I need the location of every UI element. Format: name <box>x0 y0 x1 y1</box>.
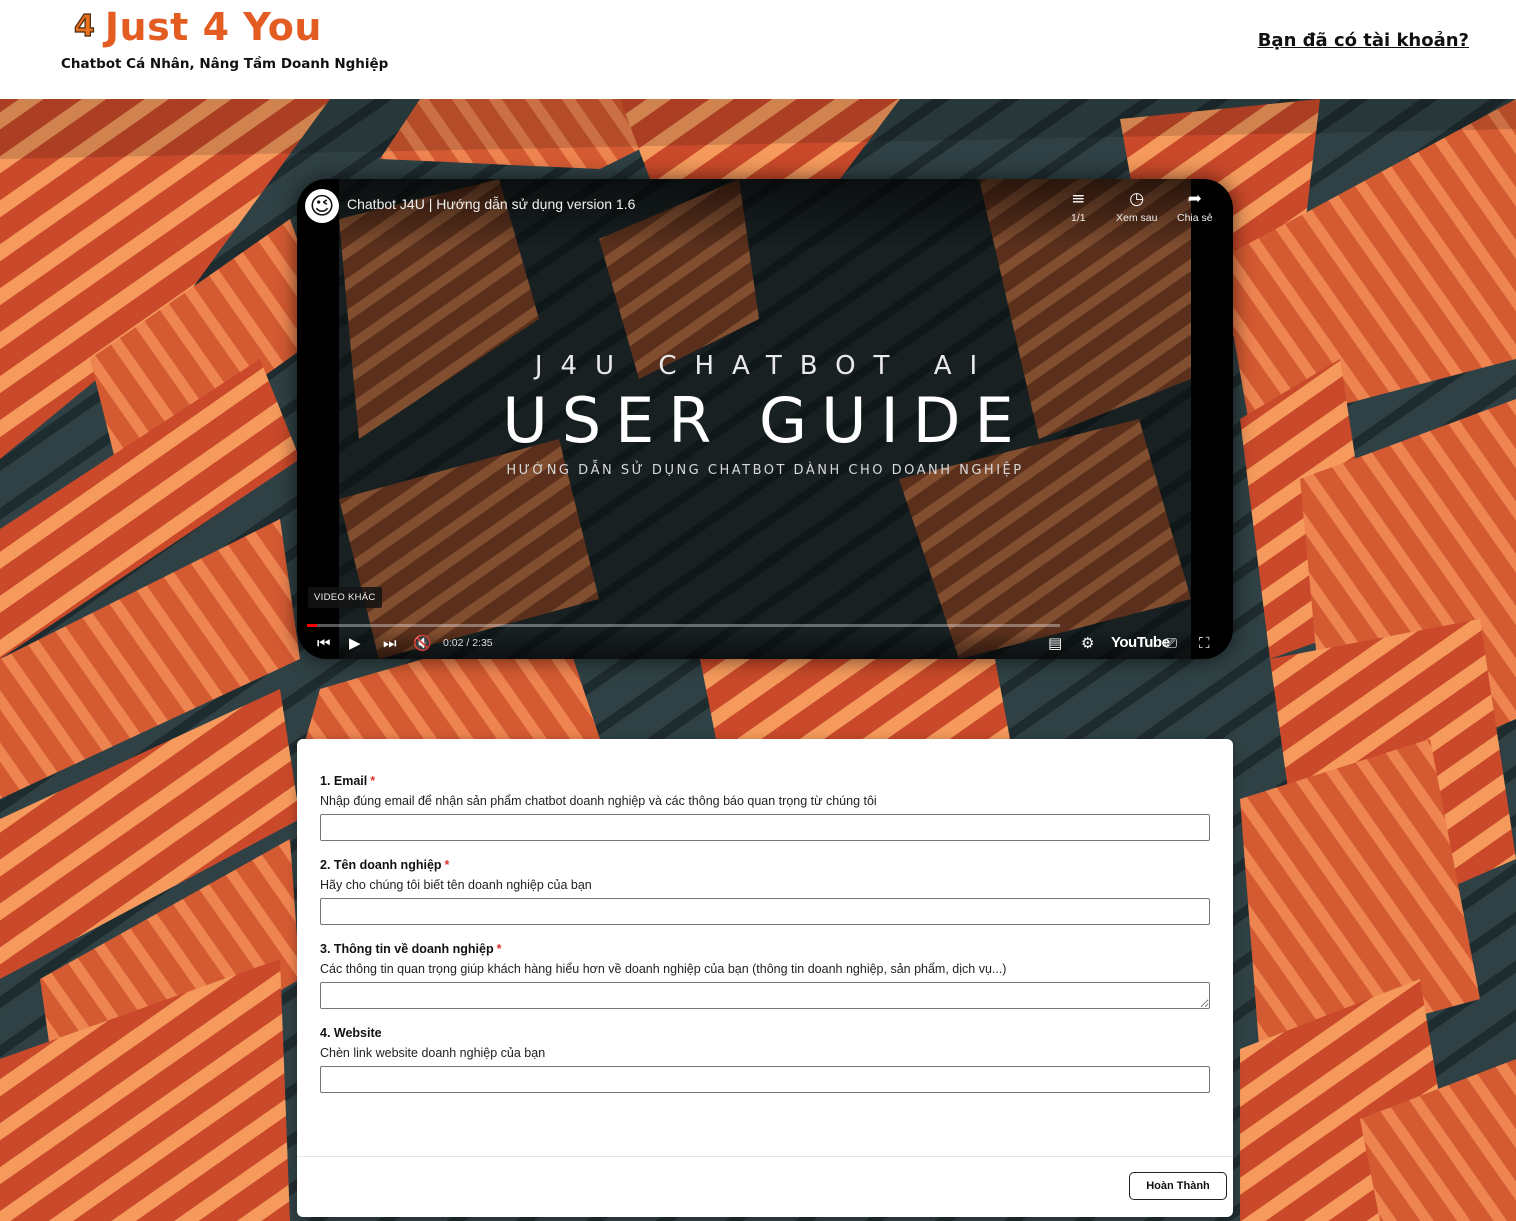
business-info-help: Các thông tin quan trọng giúp khách hàng… <box>320 962 1007 976</box>
previous-icon[interactable]: ⏮ <box>317 633 331 653</box>
watch-later-button[interactable]: ◷ Xem sau <box>1116 189 1157 224</box>
logo[interactable]: 4 Just 4 You <box>73 5 322 49</box>
watch-later-label: Xem sau <box>1116 212 1158 224</box>
share-label: Chia sẻ <box>1177 212 1213 224</box>
email-field[interactable] <box>320 814 1210 841</box>
share-arrow-icon: ➦ <box>1187 189 1202 209</box>
business-info-label: 3. Thông tin về doanh nghiệp * <box>320 942 1210 956</box>
website-label-text: 4. Website <box>320 1026 382 1040</box>
wink-face-icon[interactable]: 😉 <box>305 189 339 223</box>
email-field-group: 1. Email * Nhập đúng email để nhận sản ph… <box>320 774 1210 841</box>
thumbnail-subtitle: HƯỚNG DẪN SỬ DỤNG CHATBOT DÀNH CHO DOANH… <box>506 463 1024 478</box>
business-name-label: 2. Tên doanh nghiệp * <box>320 858 1210 872</box>
video-top-bar <box>297 179 1233 249</box>
subtitles-icon[interactable]: ▤ <box>1048 633 1062 653</box>
website-field-group: 4. Website Chèn link website doanh nghiệ… <box>320 1026 1210 1093</box>
mute-icon[interactable]: 🔇 <box>413 633 432 653</box>
login-link[interactable]: Bạn đã có tài khoản? <box>1258 30 1469 51</box>
email-label: 1. Email * <box>320 774 1210 788</box>
video-progress-bar[interactable] <box>307 624 1060 627</box>
video-controls: ⏮ ▶ ⏭ 🔇 0:02 / 2:35 ▤ ⚙ YouTube ⎚ ⛶ <box>297 631 1233 659</box>
settings-gear-icon[interactable]: ⚙ <box>1081 633 1094 653</box>
website-help: Chèn link website doanh nghiệp của bạn <box>320 1046 546 1060</box>
playlist-icon: ≡ <box>1071 189 1086 209</box>
playlist-button[interactable]: ≡ 1/1 <box>1071 189 1086 224</box>
youtube-logo[interactable]: YouTube <box>1111 634 1170 651</box>
form-divider <box>297 1156 1233 1157</box>
brand-name: Just 4 You <box>104 5 322 49</box>
business-info-label-text: 3. Thông tin về doanh nghiệp <box>320 942 494 956</box>
thumbnail-title: USER GUIDE <box>502 384 1028 457</box>
website-field[interactable] <box>320 1066 1210 1093</box>
site-header: 4 Just 4 You Chatbot Cá Nhân, Nâng Tầm D… <box>0 0 1516 99</box>
business-name-help: Hãy cho chúng tôi biết tên doanh nghiệp … <box>320 878 592 892</box>
play-icon[interactable]: ▶ <box>349 633 361 653</box>
required-marker: * <box>370 774 376 788</box>
youtube-video-player[interactable]: 😉 Chatbot J4U | Hướng dẫn sử dụng versio… <box>297 179 1233 659</box>
video-time: 0:02 / 2:35 <box>443 637 493 649</box>
video-progress-fill <box>307 624 317 627</box>
submit-button[interactable]: Hoàn Thành <box>1129 1172 1227 1200</box>
email-help: Nhập đúng email để nhận sản phẩm chatbot… <box>320 794 877 808</box>
business-name-field-group: 2. Tên doanh nghiệp * Hãy cho chúng tôi b… <box>320 858 1210 925</box>
registration-form: 1. Email * Nhập đúng email để nhận sản ph… <box>297 739 1233 1217</box>
thumbnail-kicker: J4U CHATBOT AI <box>534 351 996 381</box>
business-name-field[interactable] <box>320 898 1210 925</box>
business-name-label-text: 2. Tên doanh nghiệp <box>320 858 442 872</box>
required-marker: * <box>444 858 450 872</box>
playlist-count: 1/1 <box>1071 212 1086 224</box>
cast-icon[interactable]: ⎚ <box>1165 633 1177 653</box>
brand-tagline: Chatbot Cá Nhân, Nâng Tầm Doanh Nghiệp <box>61 56 389 72</box>
logo-mark-icon: 4 <box>73 9 95 44</box>
more-videos-button[interactable]: VIDEO KHÁC <box>308 587 382 608</box>
fullscreen-icon[interactable]: ⛶ <box>1199 633 1210 653</box>
website-label: 4. Website <box>320 1026 1210 1040</box>
video-title[interactable]: Chatbot J4U | Hướng dẫn sử dụng version … <box>347 196 635 212</box>
next-icon[interactable]: ⏭ <box>383 633 397 653</box>
business-info-textarea[interactable] <box>320 982 1210 1009</box>
email-label-text: 1. Email <box>320 774 368 788</box>
required-marker: * <box>496 942 502 956</box>
clock-icon: ◷ <box>1129 189 1145 209</box>
share-button[interactable]: ➦ Chia sẻ <box>1177 189 1213 224</box>
business-info-field-group: 3. Thông tin về doanh nghiệp * Các thông … <box>320 942 1210 1009</box>
